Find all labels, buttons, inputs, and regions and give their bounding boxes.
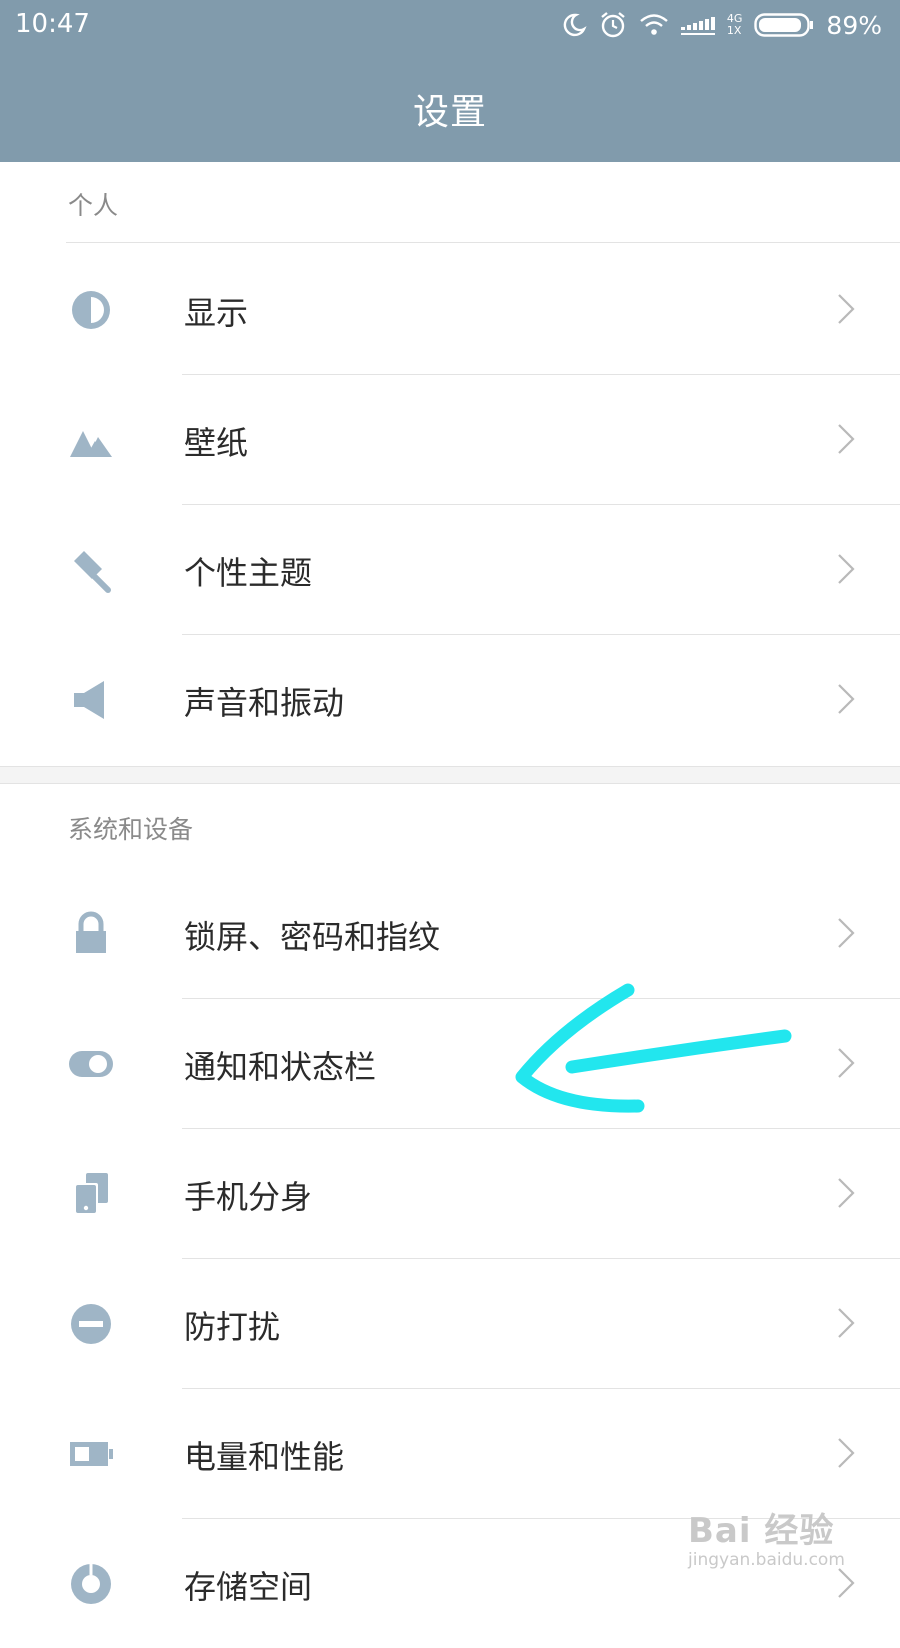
chevron-right-icon [838,424,855,454]
settings-item-theme[interactable]: 个性主题 [0,504,900,634]
item-label: 锁屏、密码和指纹 [184,918,441,956]
do-not-disturb-icon [71,1304,111,1344]
alarm-icon [601,12,625,38]
chevron-right-icon [838,554,855,584]
chevron-right-icon [838,684,855,714]
item-label: 电量和性能 [184,1438,345,1476]
item-label: 手机分身 [184,1178,313,1216]
settings-item-battery[interactable]: 电量和性能 [0,1388,900,1518]
settings-item-do-not-disturb[interactable]: 防打扰 [0,1258,900,1388]
chevron-right-icon [838,1308,855,1338]
wifi-icon [640,14,668,35]
battery-icon [754,13,814,37]
network-type-bottom: 1X [726,24,742,37]
item-label: 壁纸 [184,424,249,462]
lock-icon [76,911,106,953]
theme-brush-icon [74,551,111,593]
baidu-watermark: Bai 经验 jingyan.baidu.com [688,1503,845,1570]
toggle-icon [69,1051,113,1077]
settings-item-sound[interactable]: 声音和振动 [0,634,900,764]
page-title: 设置 [412,92,487,133]
item-label: 通知和状态栏 [184,1048,377,1086]
section-header-system: 系统和设备 [68,815,194,844]
chevron-right-icon [838,294,855,324]
moon-icon [563,13,587,37]
item-label: 防打扰 [184,1308,281,1346]
section-divider [66,242,900,243]
status-time: 10:47 [15,9,90,39]
network-type: 4G 1X [727,13,743,37]
dual-phone-icon [74,1173,108,1215]
item-label: 显示 [184,294,249,332]
settings-item-lockscreen[interactable]: 锁屏、密码和指纹 [0,868,900,998]
settings-item-display[interactable]: 显示 [0,244,900,374]
item-label: 声音和振动 [184,684,345,722]
settings-item-notifications[interactable]: 通知和状态栏 [0,998,900,1128]
chevron-right-icon [838,1178,855,1208]
section-header-personal: 个人 [68,191,119,220]
status-bar: 10:47 4G 1X 89% [0,0,900,48]
display-icon [72,291,110,329]
chevron-right-icon [838,918,855,948]
item-label: 存储空间 [184,1568,313,1606]
battery-performance-icon [70,1442,113,1466]
section-separator [0,766,900,784]
battery-percent: 89% [826,10,882,40]
settings-item-wallpaper[interactable]: 壁纸 [0,374,900,504]
item-label: 个性主题 [184,554,313,592]
signal-icon [680,17,715,35]
speaker-icon [74,681,104,719]
title-bar: 设置 [0,48,900,162]
settings-item-dual-apps[interactable]: 手机分身 [0,1128,900,1258]
storage-icon [71,1564,111,1604]
chevron-right-icon [838,1438,855,1468]
wallpaper-icon [70,431,112,457]
chevron-right-icon [838,1048,855,1078]
chevron-right-icon [838,1568,855,1598]
status-icons: 4G 1X 89% [561,8,882,42]
watermark-url: jingyan.baidu.com [688,1550,845,1570]
watermark-logo: Bai 经验 [688,1511,835,1551]
